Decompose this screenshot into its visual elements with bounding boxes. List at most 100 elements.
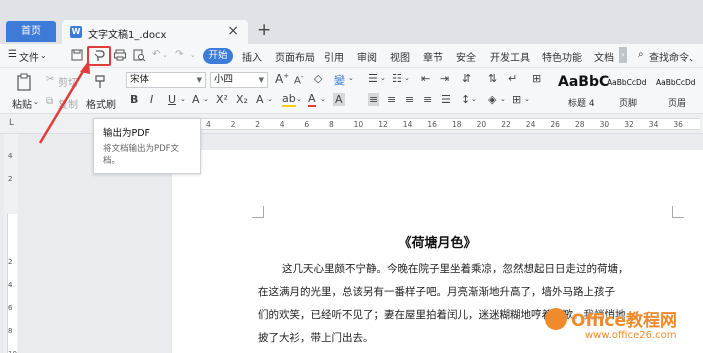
file-menu-chevron-icon[interactable]: ⌄	[40, 51, 47, 60]
tab-stop-icon[interactable]: L	[9, 118, 14, 128]
style-footer[interactable]: AaBbCcDd 页脚	[607, 70, 657, 110]
italic-icon[interactable]: I	[150, 93, 153, 106]
borders-chevron-icon[interactable]: ⌄	[524, 95, 530, 103]
font-size-select[interactable]: 小四 ▼	[210, 72, 268, 88]
tab-review[interactable]: 审阅	[357, 49, 377, 64]
copy-button[interactable]: 复制	[58, 96, 78, 111]
vertical-ruler[interactable]: 42246810	[4, 134, 18, 353]
tab-dev-tools[interactable]: 开发工具	[490, 49, 530, 64]
style-footer-sample: AaBbCcDd	[607, 78, 647, 87]
borders-icon[interactable]: ⊞	[512, 93, 521, 106]
cut-button[interactable]: 剪切	[58, 74, 78, 89]
strikethrough-chevron-icon[interactable]: ⌄	[203, 95, 209, 103]
align-center-icon[interactable]: ≡	[387, 93, 396, 106]
numbered-list-chevron-icon[interactable]: ⌄	[404, 74, 410, 82]
bullet-list-icon[interactable]: ☰	[368, 72, 378, 85]
vertical-ruler-number: 8	[8, 327, 13, 335]
style-header-sample: AaBbCcDd	[656, 78, 696, 87]
align-right-icon[interactable]: ≡	[405, 93, 414, 106]
tab-docs[interactable]: 文档	[594, 49, 614, 64]
distribute-icon[interactable]: ☰	[441, 93, 451, 106]
chinese-layout-icon[interactable]: ⇵	[462, 72, 471, 85]
bold-icon[interactable]: B	[130, 93, 138, 106]
shading-icon[interactable]: ◈	[488, 93, 496, 106]
shading-chevron-icon[interactable]: ⌄	[500, 95, 506, 103]
ruler-number: 36	[673, 120, 683, 129]
ruler-number: 10	[353, 120, 364, 129]
paste-icon[interactable]	[14, 72, 34, 92]
export-pdf-tooltip: 输出为PDF 将文档输出为PDF文档。	[93, 118, 201, 174]
undo-icon[interactable]: ↶	[152, 49, 160, 60]
print-icon[interactable]	[113, 48, 127, 62]
shrink-font-icon[interactable]: A-	[294, 73, 303, 86]
font-size-value: 小四	[214, 74, 234, 85]
char-shading-icon[interactable]: A	[333, 93, 345, 106]
tab-insert[interactable]: 插入	[242, 49, 262, 64]
increase-indent-icon[interactable]: ⇥	[440, 72, 449, 85]
ruler-number: 24	[525, 120, 536, 129]
close-tab-icon[interactable]: ×	[227, 23, 239, 39]
search-commands[interactable]: 查找命令、	[649, 49, 699, 64]
align-left-icon[interactable]: ≡	[368, 93, 380, 106]
table-icon[interactable]: ⊞	[532, 72, 541, 85]
style-heading4[interactable]: AaBbC 标题 4	[558, 70, 609, 110]
line-spacing-icon[interactable]: ↕	[461, 93, 470, 106]
save-icon[interactable]	[70, 48, 84, 62]
search-icon: ⌕	[638, 49, 644, 60]
sort-icon[interactable]: ⇅	[488, 72, 497, 85]
line-spacing-chevron-icon[interactable]: ⌄	[471, 95, 477, 103]
highlight-chevron-icon[interactable]: ⌄	[296, 95, 302, 103]
superscript-icon[interactable]: X²	[216, 93, 228, 106]
copy-icon[interactable]: ⧉	[46, 96, 53, 107]
clear-format-icon[interactable]: ◇	[314, 72, 322, 85]
font-name-select[interactable]: 宋体 ▼	[126, 72, 206, 88]
numbered-list-icon[interactable]: ☷	[392, 72, 402, 85]
font-name-value: 宋体	[130, 74, 150, 85]
paragraph-line-2: 在这满月的光里，总该另有一番样子吧。月亮渐渐地升高了，墙外马路上孩子	[258, 286, 615, 298]
format-painter-button[interactable]: 格式刷	[86, 96, 116, 111]
show-marks-icon[interactable]: ↵	[508, 72, 517, 85]
style-header[interactable]: AaBbCcDd 页眉	[656, 70, 703, 110]
redo-icon[interactable]: ↷	[175, 49, 183, 60]
style-footer-name: 页脚	[619, 99, 638, 109]
ruler-number: 28	[575, 120, 585, 129]
paste-button[interactable]: 粘贴	[12, 96, 32, 111]
underline-icon[interactable]: U	[168, 93, 176, 106]
highlight-icon[interactable]: ab	[282, 93, 296, 107]
justify-icon[interactable]: ≡	[423, 93, 432, 106]
text-effect-icon[interactable]: A	[256, 93, 264, 106]
ruler-number: 14	[402, 120, 413, 129]
scissors-icon[interactable]: ✂	[46, 74, 54, 85]
ruler-number: 12	[378, 120, 388, 129]
hamburger-menu-icon[interactable]: ☰	[8, 49, 17, 60]
tab-security[interactable]: 安全	[456, 49, 476, 64]
file-menu[interactable]: 文件	[19, 49, 39, 64]
subscript-icon[interactable]: X₂	[236, 93, 248, 106]
font-color-icon[interactable]: A	[308, 93, 316, 107]
paste-chevron-icon[interactable]: ⌄	[33, 98, 39, 106]
tab-chapter[interactable]: 章节	[423, 49, 443, 64]
tab-reference[interactable]: 引用	[324, 49, 344, 64]
pinyin-chevron-icon[interactable]: ⌄	[348, 74, 354, 82]
title-bar: 首页 W 文字文稿1_.docx × +	[0, 0, 703, 44]
tab-layout[interactable]: 页面布局	[275, 49, 315, 64]
document-tab[interactable]: W 文字文稿1_.docx ×	[62, 20, 248, 44]
font-color-chevron-icon[interactable]: ⌄	[320, 95, 326, 103]
text-effect-chevron-icon[interactable]: ⌄	[267, 95, 273, 103]
home-tab[interactable]: 首页	[6, 21, 56, 42]
print-preview-icon[interactable]	[132, 48, 146, 62]
bullet-list-chevron-icon[interactable]: ⌄	[380, 74, 386, 82]
strikethrough-icon[interactable]: A	[192, 93, 200, 106]
quick-access-chevron-icon[interactable]: ⌄	[190, 51, 196, 59]
more-tabs-button[interactable]: ›	[619, 47, 627, 63]
tab-view[interactable]: 视图	[390, 49, 410, 64]
new-tab-button[interactable]: +	[257, 20, 271, 40]
tab-start[interactable]: 开始	[203, 48, 233, 64]
decrease-indent-icon[interactable]: ⇤	[421, 72, 430, 85]
pinyin-guide-icon[interactable]: 變	[334, 72, 345, 88]
undo-chevron-icon[interactable]: ⌄	[162, 51, 168, 59]
underline-chevron-icon[interactable]: ⌄	[180, 95, 186, 103]
tab-special[interactable]: 特色功能	[542, 49, 582, 64]
grow-font-icon[interactable]: A+	[275, 72, 289, 86]
format-painter-icon[interactable]	[92, 74, 108, 90]
